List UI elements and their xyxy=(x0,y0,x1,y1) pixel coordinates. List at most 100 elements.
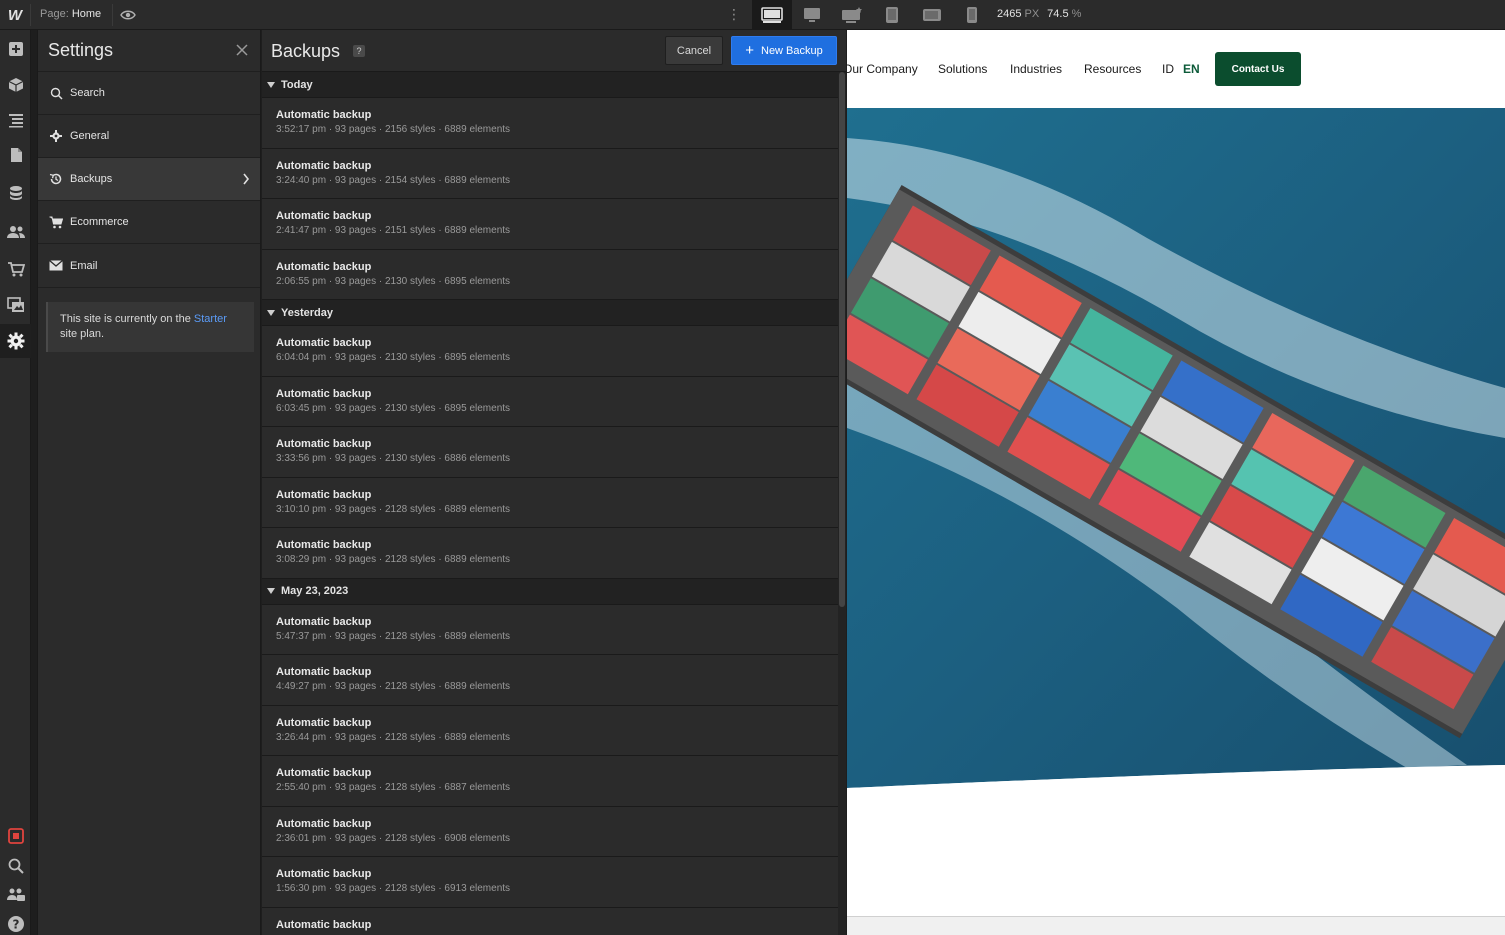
nav-link-resources[interactable]: Resources xyxy=(1084,62,1141,76)
desktop-large-icon[interactable] xyxy=(832,0,872,30)
nav-link-company[interactable]: Our Company xyxy=(847,62,918,76)
group-header-today[interactable]: Today xyxy=(262,72,838,98)
backup-title: Automatic backup xyxy=(276,615,372,628)
mail-icon xyxy=(48,258,64,274)
backup-meta: 5:47:37 pm · 93 pages · 2128 styles · 68… xyxy=(276,630,511,642)
assets-icon[interactable] xyxy=(0,288,31,322)
backup-title: Automatic backup xyxy=(276,387,372,400)
backup-row[interactable]: Automatic backup 3:08:29 pm · 93 pages · … xyxy=(262,528,838,579)
group-label: Yesterday xyxy=(281,306,333,319)
close-icon[interactable] xyxy=(234,42,250,58)
plan-text: This site is currently on the xyxy=(60,313,194,325)
new-backup-button[interactable]: + New Backup xyxy=(731,36,837,65)
caret-down-icon xyxy=(267,588,275,594)
help-icon[interactable]: ? xyxy=(353,45,365,57)
more-options-icon[interactable]: ⋮ xyxy=(727,6,741,24)
backup-title: Automatic backup xyxy=(276,868,372,880)
backup-row[interactable]: Automatic backup 3:52:17 pm · 93 pages · … xyxy=(262,98,838,149)
tablet-landscape-icon[interactable] xyxy=(912,0,952,30)
backup-row[interactable]: Automatic backup 3:33:56 pm · 93 pages · … xyxy=(262,427,838,478)
backup-meta: 3:26:44 pm · 93 pages · 2128 styles · 68… xyxy=(276,731,511,743)
tablet-icon[interactable] xyxy=(872,0,912,30)
settings-item-email[interactable]: Email xyxy=(38,243,260,288)
users-icon[interactable] xyxy=(0,215,31,249)
nav-link-solutions[interactable]: Solutions xyxy=(938,62,987,76)
backup-row[interactable]: Automatic backup xyxy=(262,907,838,935)
backup-title: Automatic backup xyxy=(276,716,372,729)
top-toolbar: W Page: Home ⋮ 2465 PX 74.5% xyxy=(0,0,1505,30)
zoom-unit: % xyxy=(1071,8,1082,20)
backups-scrollbar[interactable] xyxy=(838,72,846,935)
plan-link[interactable]: Starter xyxy=(194,313,227,325)
backup-title: Automatic backup xyxy=(276,817,372,830)
backup-meta: 3:24:40 pm · 93 pages · 2154 styles · 68… xyxy=(276,174,511,186)
backup-row[interactable]: Automatic backup 2:55:40 pm · 93 pages · … xyxy=(262,756,838,807)
backup-row[interactable]: Automatic backup 2:06:55 pm · 93 pages · … xyxy=(262,249,838,300)
settings-item-label: General xyxy=(70,130,110,142)
backup-meta: 6:04:04 pm · 93 pages · 2130 styles · 68… xyxy=(276,352,511,363)
cart-icon xyxy=(48,214,64,230)
navigator-icon[interactable] xyxy=(0,103,31,137)
group-header-may-23[interactable]: May 23, 2023 xyxy=(262,578,838,605)
contact-us-button[interactable]: Contact Us xyxy=(1215,52,1301,86)
backup-title: Automatic backup xyxy=(276,337,372,349)
backup-title: Automatic backup xyxy=(276,260,372,273)
toolbar-divider xyxy=(30,4,31,26)
backup-row[interactable]: Automatic backup 3:24:40 pm · 93 pages · … xyxy=(262,148,838,199)
settings-item-general[interactable]: General xyxy=(38,114,260,157)
scrollbar-thumb[interactable] xyxy=(839,72,845,607)
history-icon xyxy=(48,171,64,187)
caret-down-icon xyxy=(267,309,275,316)
backup-row[interactable]: Automatic backup 6:03:45 pm · 93 pages · … xyxy=(262,376,838,427)
lang-id[interactable]: ID xyxy=(1162,62,1174,76)
webflow-logo-icon[interactable]: W xyxy=(0,0,30,30)
group-label: May 23, 2023 xyxy=(281,585,349,597)
backup-title: Automatic backup xyxy=(276,767,372,779)
settings-icon[interactable] xyxy=(0,324,31,358)
toolbar-divider xyxy=(112,4,113,26)
settings-item-backups[interactable]: Backups xyxy=(38,157,260,200)
lang-en[interactable]: EN xyxy=(1183,62,1200,76)
canvas-size-readout[interactable]: 2465 PX 74.5% xyxy=(997,8,1089,20)
cancel-button[interactable]: Cancel xyxy=(665,36,723,65)
plan-notice: This site is currently on the Starter si… xyxy=(46,302,254,352)
backup-row[interactable]: Automatic backup 1:56:30 pm · 93 pages · … xyxy=(262,857,838,908)
backup-row[interactable]: Automatic backup 4:49:27 pm · 93 pages · … xyxy=(262,655,838,706)
settings-item-label: Backups xyxy=(70,173,113,185)
group-label: Today xyxy=(281,78,313,91)
settings-item-label: Email xyxy=(70,259,98,272)
backup-row[interactable]: Automatic backup 3:26:44 pm · 93 pages · … xyxy=(262,705,838,756)
settings-item-search[interactable]: Search xyxy=(38,71,260,114)
ecommerce-icon[interactable] xyxy=(0,252,31,286)
cube-icon[interactable] xyxy=(0,68,31,102)
page-selector[interactable]: Page: Home xyxy=(40,8,101,20)
desktop-icon[interactable] xyxy=(752,0,792,30)
help-icon[interactable]: ? xyxy=(0,907,31,935)
cms-icon[interactable] xyxy=(0,176,31,210)
settings-item-label: Ecommerce xyxy=(70,216,129,228)
plan-text-end: site plan. xyxy=(60,328,105,340)
site-navbar: Our Company Solutions Industries Resourc… xyxy=(847,30,1505,108)
desktop-alt-icon[interactable] xyxy=(792,0,832,30)
settings-panel: Settings Search General Backups Ecommerc… xyxy=(37,30,261,935)
backup-row[interactable]: Automatic backup 2:36:01 pm · 93 pages · … xyxy=(262,806,838,857)
backup-title: Automatic backup xyxy=(276,539,372,551)
phone-icon[interactable] xyxy=(952,0,992,30)
pages-icon[interactable] xyxy=(0,138,31,172)
backup-title: Automatic backup xyxy=(276,438,372,450)
backup-row[interactable]: Automatic backup 2:41:47 pm · 93 pages · … xyxy=(262,199,838,250)
canvas-bottom-strip xyxy=(847,916,1505,935)
backup-row[interactable]: Automatic backup 3:10:10 pm · 93 pages · … xyxy=(262,477,838,528)
group-header-yesterday[interactable]: Yesterday xyxy=(262,300,838,326)
backup-row[interactable]: Automatic backup 6:04:04 pm · 93 pages · … xyxy=(262,326,838,377)
add-icon[interactable] xyxy=(0,32,31,66)
design-canvas[interactable]: Our Company Solutions Industries Resourc… xyxy=(847,30,1505,935)
backup-meta: 3:33:56 pm · 93 pages · 2130 styles · 68… xyxy=(276,453,511,464)
settings-item-ecommerce[interactable]: Ecommerce xyxy=(38,200,260,243)
preview-eye-icon[interactable] xyxy=(120,7,136,23)
page-prefix: Page: xyxy=(40,8,69,20)
backup-row[interactable]: Automatic backup 5:47:37 pm · 93 pages · … xyxy=(262,604,838,655)
backup-title: Automatic backup xyxy=(276,918,372,931)
nav-link-industries[interactable]: Industries xyxy=(1010,62,1062,76)
record-icon[interactable] xyxy=(0,819,31,853)
